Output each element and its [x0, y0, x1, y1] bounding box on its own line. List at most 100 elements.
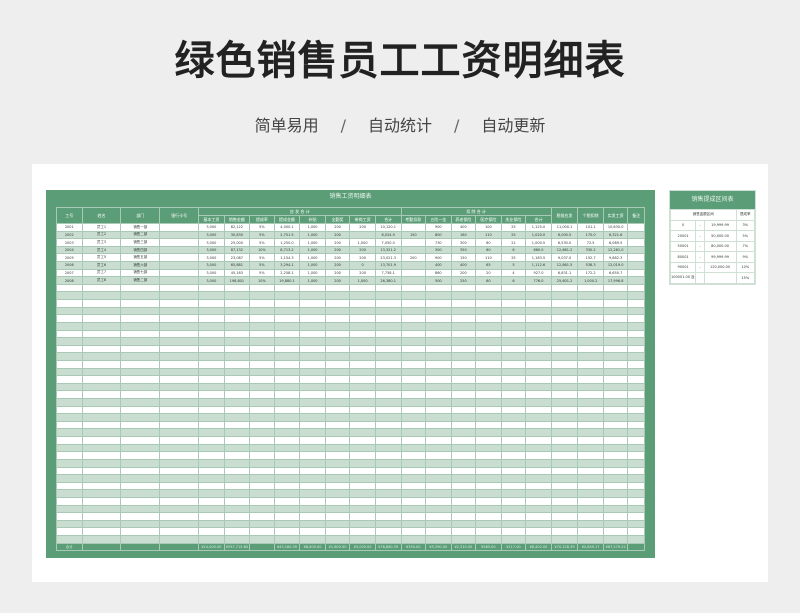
table-cell	[525, 344, 552, 354]
table-cell	[627, 458, 645, 468]
table-cell	[577, 466, 604, 476]
table-cell	[602, 519, 629, 529]
table-cell	[525, 413, 552, 422]
table-cell	[159, 314, 200, 323]
commission-cell: 50,000.00	[703, 230, 737, 242]
table-cell	[577, 527, 604, 536]
table-cell: 2002	[56, 230, 83, 240]
table-cell	[324, 321, 351, 331]
table-cell	[324, 306, 351, 316]
table-cell	[500, 512, 527, 521]
table-cell	[198, 352, 225, 361]
table-cell	[120, 527, 161, 536]
table-cell	[198, 283, 225, 293]
table-cell	[450, 352, 477, 361]
table-cell	[159, 283, 200, 293]
table-cell	[627, 405, 645, 415]
table-cell	[299, 352, 326, 361]
table-row	[56, 398, 645, 407]
table-cell	[349, 306, 376, 316]
table-cell: 72.5	[577, 238, 604, 247]
table-cell	[525, 283, 552, 293]
table-cell	[56, 306, 83, 316]
table-cell	[577, 390, 604, 399]
table-cell	[577, 367, 604, 377]
table-cell	[627, 299, 645, 308]
table-cell	[550, 299, 579, 308]
table-cell	[475, 367, 502, 377]
table-cell	[198, 321, 225, 331]
table-cell	[602, 489, 629, 498]
table-cell	[198, 481, 225, 491]
table-cell	[299, 344, 326, 354]
table-cell	[223, 405, 251, 415]
table-cell	[602, 443, 629, 453]
table-cell	[349, 367, 376, 377]
table-row	[56, 306, 645, 316]
commission-cell: -	[695, 240, 705, 252]
table-cell	[159, 443, 200, 453]
table-cell: 300	[450, 238, 477, 247]
table-cell: 10,120.1	[374, 223, 402, 232]
table-cell	[425, 291, 452, 301]
table-cell	[159, 496, 200, 506]
table-cell	[324, 352, 351, 361]
table-cell	[223, 314, 251, 323]
table-cell	[602, 390, 629, 399]
table-cell	[475, 420, 502, 430]
commission-cell: 90001	[669, 261, 697, 273]
table-cell	[299, 512, 326, 521]
table-cell	[324, 390, 351, 399]
table-cell	[525, 474, 552, 483]
table-cell	[159, 238, 200, 247]
table-cell	[81, 474, 122, 483]
table-cell	[56, 428, 83, 438]
table-cell	[159, 398, 200, 407]
table-cell: 200	[400, 253, 427, 263]
table-cell	[450, 512, 477, 521]
table-cell	[550, 344, 579, 354]
table-cell	[577, 512, 604, 521]
table-cell	[425, 474, 452, 483]
table-cell	[81, 466, 122, 476]
table-cell	[56, 474, 83, 483]
table-cell: 152.7	[577, 253, 604, 263]
table-cell	[577, 443, 604, 453]
table-cell	[249, 405, 275, 415]
table-cell	[400, 451, 427, 460]
table-cell	[249, 420, 275, 430]
table-cell	[349, 443, 376, 453]
table-cell	[249, 359, 275, 369]
table-cell	[577, 306, 604, 316]
table-cell	[324, 329, 351, 339]
table-cell	[249, 314, 275, 323]
table-cell	[223, 519, 251, 529]
table-cell	[56, 481, 83, 491]
table-cell: 3,000	[198, 230, 225, 240]
commission-cell: 5%	[735, 230, 755, 242]
table-cell: 1,183.5	[525, 253, 552, 263]
table-cell	[627, 238, 645, 247]
table-cell	[475, 283, 502, 293]
table-cell	[120, 504, 161, 514]
table-cell: 1,000	[299, 245, 326, 255]
table-cell	[450, 291, 477, 301]
table-cell	[525, 299, 552, 308]
total-cell: ¥585.00	[475, 543, 502, 551]
table-cell	[120, 321, 161, 331]
table-cell: 1,000	[349, 276, 376, 285]
table-cell	[159, 253, 200, 263]
table-cell	[198, 512, 225, 521]
table-cell	[223, 375, 251, 384]
table-cell	[627, 534, 645, 545]
table-cell	[450, 283, 477, 293]
table-cell	[400, 474, 427, 483]
table-cell	[602, 451, 629, 460]
total-cell: ¥70,128.39	[550, 543, 579, 551]
total-cell: ¥8,000.00	[299, 543, 326, 551]
table-cell	[400, 299, 427, 308]
table-cell	[577, 337, 604, 346]
table-cell	[198, 474, 225, 483]
table-cell	[525, 398, 552, 407]
table-cell	[400, 337, 427, 346]
